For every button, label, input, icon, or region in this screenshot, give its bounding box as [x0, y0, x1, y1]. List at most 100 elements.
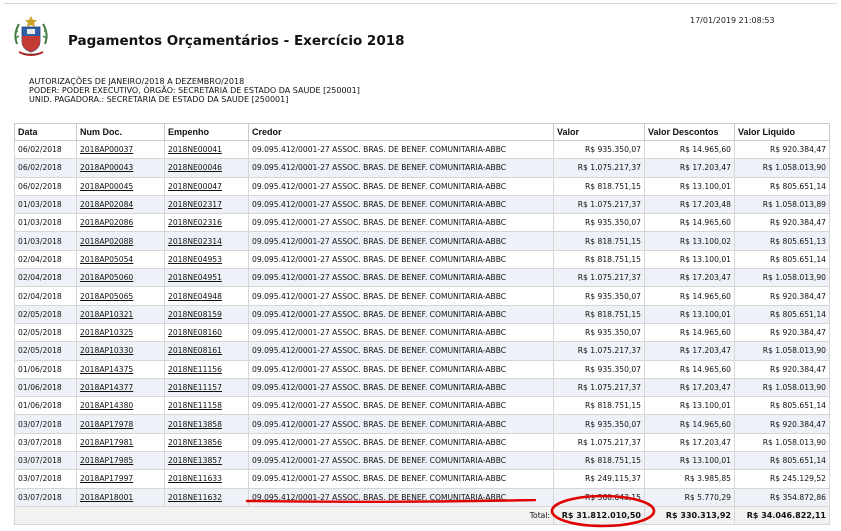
document-link[interactable]: 2018AP10321	[80, 310, 133, 319]
document-link[interactable]: 2018AP14375	[80, 365, 133, 374]
cell-empenho-link[interactable]: 2018NE04953	[164, 249, 249, 270]
document-link[interactable]: 2018NE00041	[168, 145, 222, 154]
cell-credor: 09.095.412/0001-27 ASSOC. BRAS. DE BENEF…	[248, 231, 554, 251]
document-link[interactable]: 2018AP00045	[80, 182, 133, 191]
column-header-empenho[interactable]: Empenho	[164, 123, 249, 141]
cell-empenho-link[interactable]: 2018NE04948	[164, 286, 249, 306]
cell-empenho-link[interactable]: 2018NE11158	[164, 396, 249, 416]
document-link[interactable]: 2018NE04948	[168, 292, 222, 301]
cell-credor: 09.095.412/0001-27 ASSOC. BRAS. DE BENEF…	[248, 194, 554, 215]
document-link[interactable]: 2018NE11158	[168, 401, 222, 410]
cell-num-doc-link[interactable]: 2018AP14375	[76, 359, 165, 379]
cell-valor-descontos: R$ 14.965,60	[644, 414, 735, 434]
document-link[interactable]: 2018AP14377	[80, 383, 133, 392]
cell-empenho-link[interactable]: 2018NE00041	[164, 139, 249, 160]
cell-valor-liquido: R$ 805.651,13	[734, 231, 830, 251]
document-link[interactable]: 2018AP10325	[80, 328, 133, 337]
cell-valor: R$ 818.751,15	[553, 176, 645, 196]
document-link[interactable]: 2018AP17978	[80, 420, 133, 429]
red-circle-annotation	[550, 494, 656, 528]
cell-empenho-link[interactable]: 2018NE13858	[164, 414, 249, 434]
cell-num-doc-link[interactable]: 2018AP02084	[76, 194, 165, 215]
cell-empenho-link[interactable]: 2018NE02316	[164, 213, 249, 233]
cell-empenho-link[interactable]: 2018NE11633	[164, 469, 249, 489]
cell-num-doc-link[interactable]: 2018AP05054	[76, 249, 165, 270]
document-link[interactable]: 2018NE02314	[168, 237, 222, 246]
cell-empenho-link[interactable]: 2018NE00046	[164, 158, 249, 178]
cell-num-doc-link[interactable]: 2018AP17981	[76, 432, 165, 453]
document-link[interactable]: 2018AP05060	[80, 273, 133, 282]
document-link[interactable]: 2018NE08159	[168, 310, 222, 319]
cell-empenho-link[interactable]: 2018NE08159	[164, 304, 249, 324]
cell-empenho-link[interactable]: 2018NE00047	[164, 176, 249, 196]
cell-valor-descontos: R$ 14.965,60	[644, 359, 735, 379]
cell-num-doc-link[interactable]: 2018AP10330	[76, 341, 165, 361]
cell-num-doc-link[interactable]: 2018AP00043	[76, 158, 165, 178]
document-link[interactable]: 2018NE02316	[168, 218, 222, 227]
document-link[interactable]: 2018AP17985	[80, 456, 133, 465]
cell-num-doc-link[interactable]: 2018AP02088	[76, 231, 165, 251]
column-header-data[interactable]: Data	[14, 123, 77, 141]
cell-data: 03/07/2018	[14, 469, 77, 489]
document-link[interactable]: 2018AP17981	[80, 438, 133, 447]
table-row: 01/03/2018 2018AP02088 2018NE02314 09.095.4…	[14, 231, 830, 251]
document-link[interactable]: 2018NE02317	[168, 200, 222, 209]
cell-empenho-link[interactable]: 2018NE08161	[164, 341, 249, 361]
document-link[interactable]: 2018NE13856	[168, 438, 222, 447]
cell-num-doc-link[interactable]: 2018AP00037	[76, 139, 165, 160]
cell-num-doc-link[interactable]: 2018AP17997	[76, 469, 165, 489]
cell-num-doc-link[interactable]: 2018AP17978	[76, 414, 165, 434]
cell-empenho-link[interactable]: 2018NE11156	[164, 359, 249, 379]
document-link[interactable]: 2018NE04951	[168, 273, 222, 282]
cell-empenho-link[interactable]: 2018NE13857	[164, 451, 249, 471]
column-header-num-doc[interactable]: Num Doc.	[76, 123, 165, 141]
document-link[interactable]: 2018AP02084	[80, 200, 133, 209]
document-link[interactable]: 2018AP17997	[80, 474, 133, 483]
document-link[interactable]: 2018AP18001	[80, 493, 133, 502]
cell-num-doc-link[interactable]: 2018AP14380	[76, 396, 165, 416]
cell-data: 06/02/2018	[14, 176, 77, 196]
document-link[interactable]: 2018NE13858	[168, 420, 222, 429]
cell-empenho-link[interactable]: 2018NE02314	[164, 231, 249, 251]
document-link[interactable]: 2018NE11633	[168, 474, 222, 483]
column-header-credor[interactable]: Credor	[248, 123, 554, 141]
cell-empenho-link[interactable]: 2018NE04951	[164, 268, 249, 288]
cell-empenho-link[interactable]: 2018NE11157	[164, 377, 249, 398]
cell-num-doc-link[interactable]: 2018AP00045	[76, 176, 165, 196]
cell-credor: 09.095.412/0001-27 ASSOC. BRAS. DE BENEF…	[248, 487, 554, 507]
document-link[interactable]: 2018NE08161	[168, 346, 222, 355]
cell-empenho-link[interactable]: 2018NE02317	[164, 194, 249, 215]
cell-empenho-link[interactable]: 2018NE13856	[164, 432, 249, 453]
cell-valor-descontos: R$ 13.100,02	[644, 231, 735, 251]
document-link[interactable]: 2018NE08160	[168, 328, 222, 337]
column-header-valor[interactable]: Valor	[553, 123, 645, 141]
document-link[interactable]: 2018NE11157	[168, 383, 222, 392]
column-header-valor-descontos[interactable]: Valor Descontos	[644, 123, 735, 141]
document-link[interactable]: 2018NE11632	[168, 493, 222, 502]
document-link[interactable]: 2018AP05065	[80, 292, 133, 301]
cell-num-doc-link[interactable]: 2018AP02086	[76, 213, 165, 233]
document-link[interactable]: 2018NE00046	[168, 163, 222, 172]
document-link[interactable]: 2018AP00037	[80, 145, 133, 154]
document-link[interactable]: 2018NE13857	[168, 456, 222, 465]
cell-num-doc-link[interactable]: 2018AP14377	[76, 377, 165, 398]
document-link[interactable]: 2018AP00043	[80, 163, 133, 172]
document-link[interactable]: 2018AP02088	[80, 237, 133, 246]
document-link[interactable]: 2018NE00047	[168, 182, 222, 191]
document-link[interactable]: 2018AP14380	[80, 401, 133, 410]
cell-num-doc-link[interactable]: 2018AP10321	[76, 304, 165, 324]
cell-empenho-link[interactable]: 2018NE08160	[164, 322, 249, 343]
document-link[interactable]: 2018AP02086	[80, 218, 133, 227]
cell-num-doc-link[interactable]: 2018AP17985	[76, 451, 165, 471]
column-header-valor-liquido[interactable]: Valor Liquido	[734, 123, 830, 141]
document-link[interactable]: 2018NE11156	[168, 365, 222, 374]
cell-empenho-link[interactable]: 2018NE11632	[164, 487, 249, 507]
document-link[interactable]: 2018AP05054	[80, 255, 133, 264]
cell-num-doc-link[interactable]: 2018AP05060	[76, 268, 165, 288]
document-link[interactable]: 2018NE04953	[168, 255, 222, 264]
cell-num-doc-link[interactable]: 2018AP05065	[76, 286, 165, 306]
document-link[interactable]: 2018AP10330	[80, 346, 133, 355]
table-row: 02/04/2018 2018AP05054 2018NE04953 09.095.4…	[14, 249, 830, 270]
cell-num-doc-link[interactable]: 2018AP10325	[76, 322, 165, 343]
cell-num-doc-link[interactable]: 2018AP18001	[76, 487, 165, 507]
